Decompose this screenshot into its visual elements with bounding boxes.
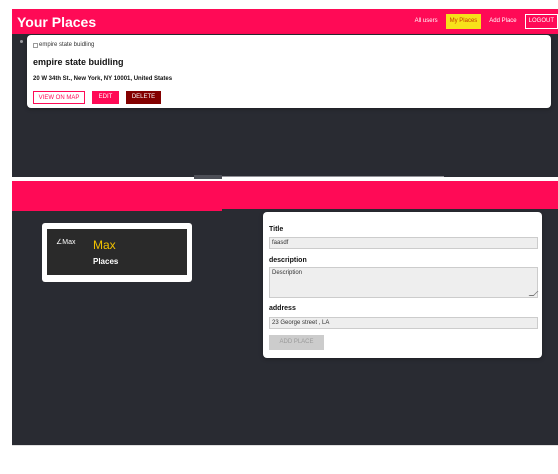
logout-button[interactable]: LOGOUT	[524, 14, 558, 29]
app-frame: Your Places All users My Places Add Plac…	[12, 0, 558, 474]
secondary-header-edge	[12, 209, 222, 211]
place-title: empire state buidling	[33, 57, 124, 67]
place-image: empire state buidling	[33, 42, 94, 48]
nav-all-users[interactable]: All users	[411, 14, 442, 29]
delete-button[interactable]: DELETE	[126, 91, 161, 104]
description-label: description	[269, 257, 307, 264]
brand-card: ∠Max Max Places	[42, 223, 192, 282]
description-placeholder: Description	[272, 270, 303, 276]
nav-add-place[interactable]: Add Place	[485, 14, 520, 29]
add-place-form: Title faasdf description Description add…	[263, 212, 542, 358]
title-input[interactable]: faasdf	[269, 237, 538, 249]
app-title[interactable]: Your Places	[17, 14, 96, 30]
view-on-map-button[interactable]: VIEW ON MAP	[33, 91, 85, 104]
add-place-button[interactable]: ADD PLACE	[269, 335, 324, 350]
main-header: Your Places All users My Places Add Plac…	[12, 9, 558, 34]
place-image-alt: empire state buidling	[39, 42, 95, 48]
place-card: empire state buidling empire state buidl…	[27, 35, 551, 108]
address-label: address	[269, 305, 296, 312]
edit-button[interactable]: EDIT	[92, 91, 119, 104]
brand-name: Max	[93, 238, 116, 252]
scrollbar-thumb[interactable]	[194, 175, 222, 179]
list-bullet	[20, 40, 23, 43]
resize-handle-icon[interactable]	[528, 291, 539, 296]
scrollbar-track	[222, 176, 444, 177]
address-input[interactable]: 23 George street , LA	[269, 317, 538, 329]
page-footer-area	[12, 445, 558, 474]
footer-divider	[12, 445, 558, 446]
brand-subtitle: Places	[93, 257, 119, 266]
description-textarea[interactable]: Description	[269, 267, 539, 298]
secondary-header-bar	[12, 181, 558, 209]
nav-my-places[interactable]: My Places	[445, 14, 482, 29]
place-address: 20 W 34th St., New York, NY 10001, Unite…	[33, 76, 173, 82]
title-label: Title	[269, 226, 284, 233]
brand-logo: ∠Max	[56, 239, 76, 246]
main-nav: All users My Places Add Place LOGOUT	[411, 13, 558, 30]
brand-panel: ∠Max Max Places	[47, 229, 187, 275]
broken-image-icon	[33, 42, 38, 48]
